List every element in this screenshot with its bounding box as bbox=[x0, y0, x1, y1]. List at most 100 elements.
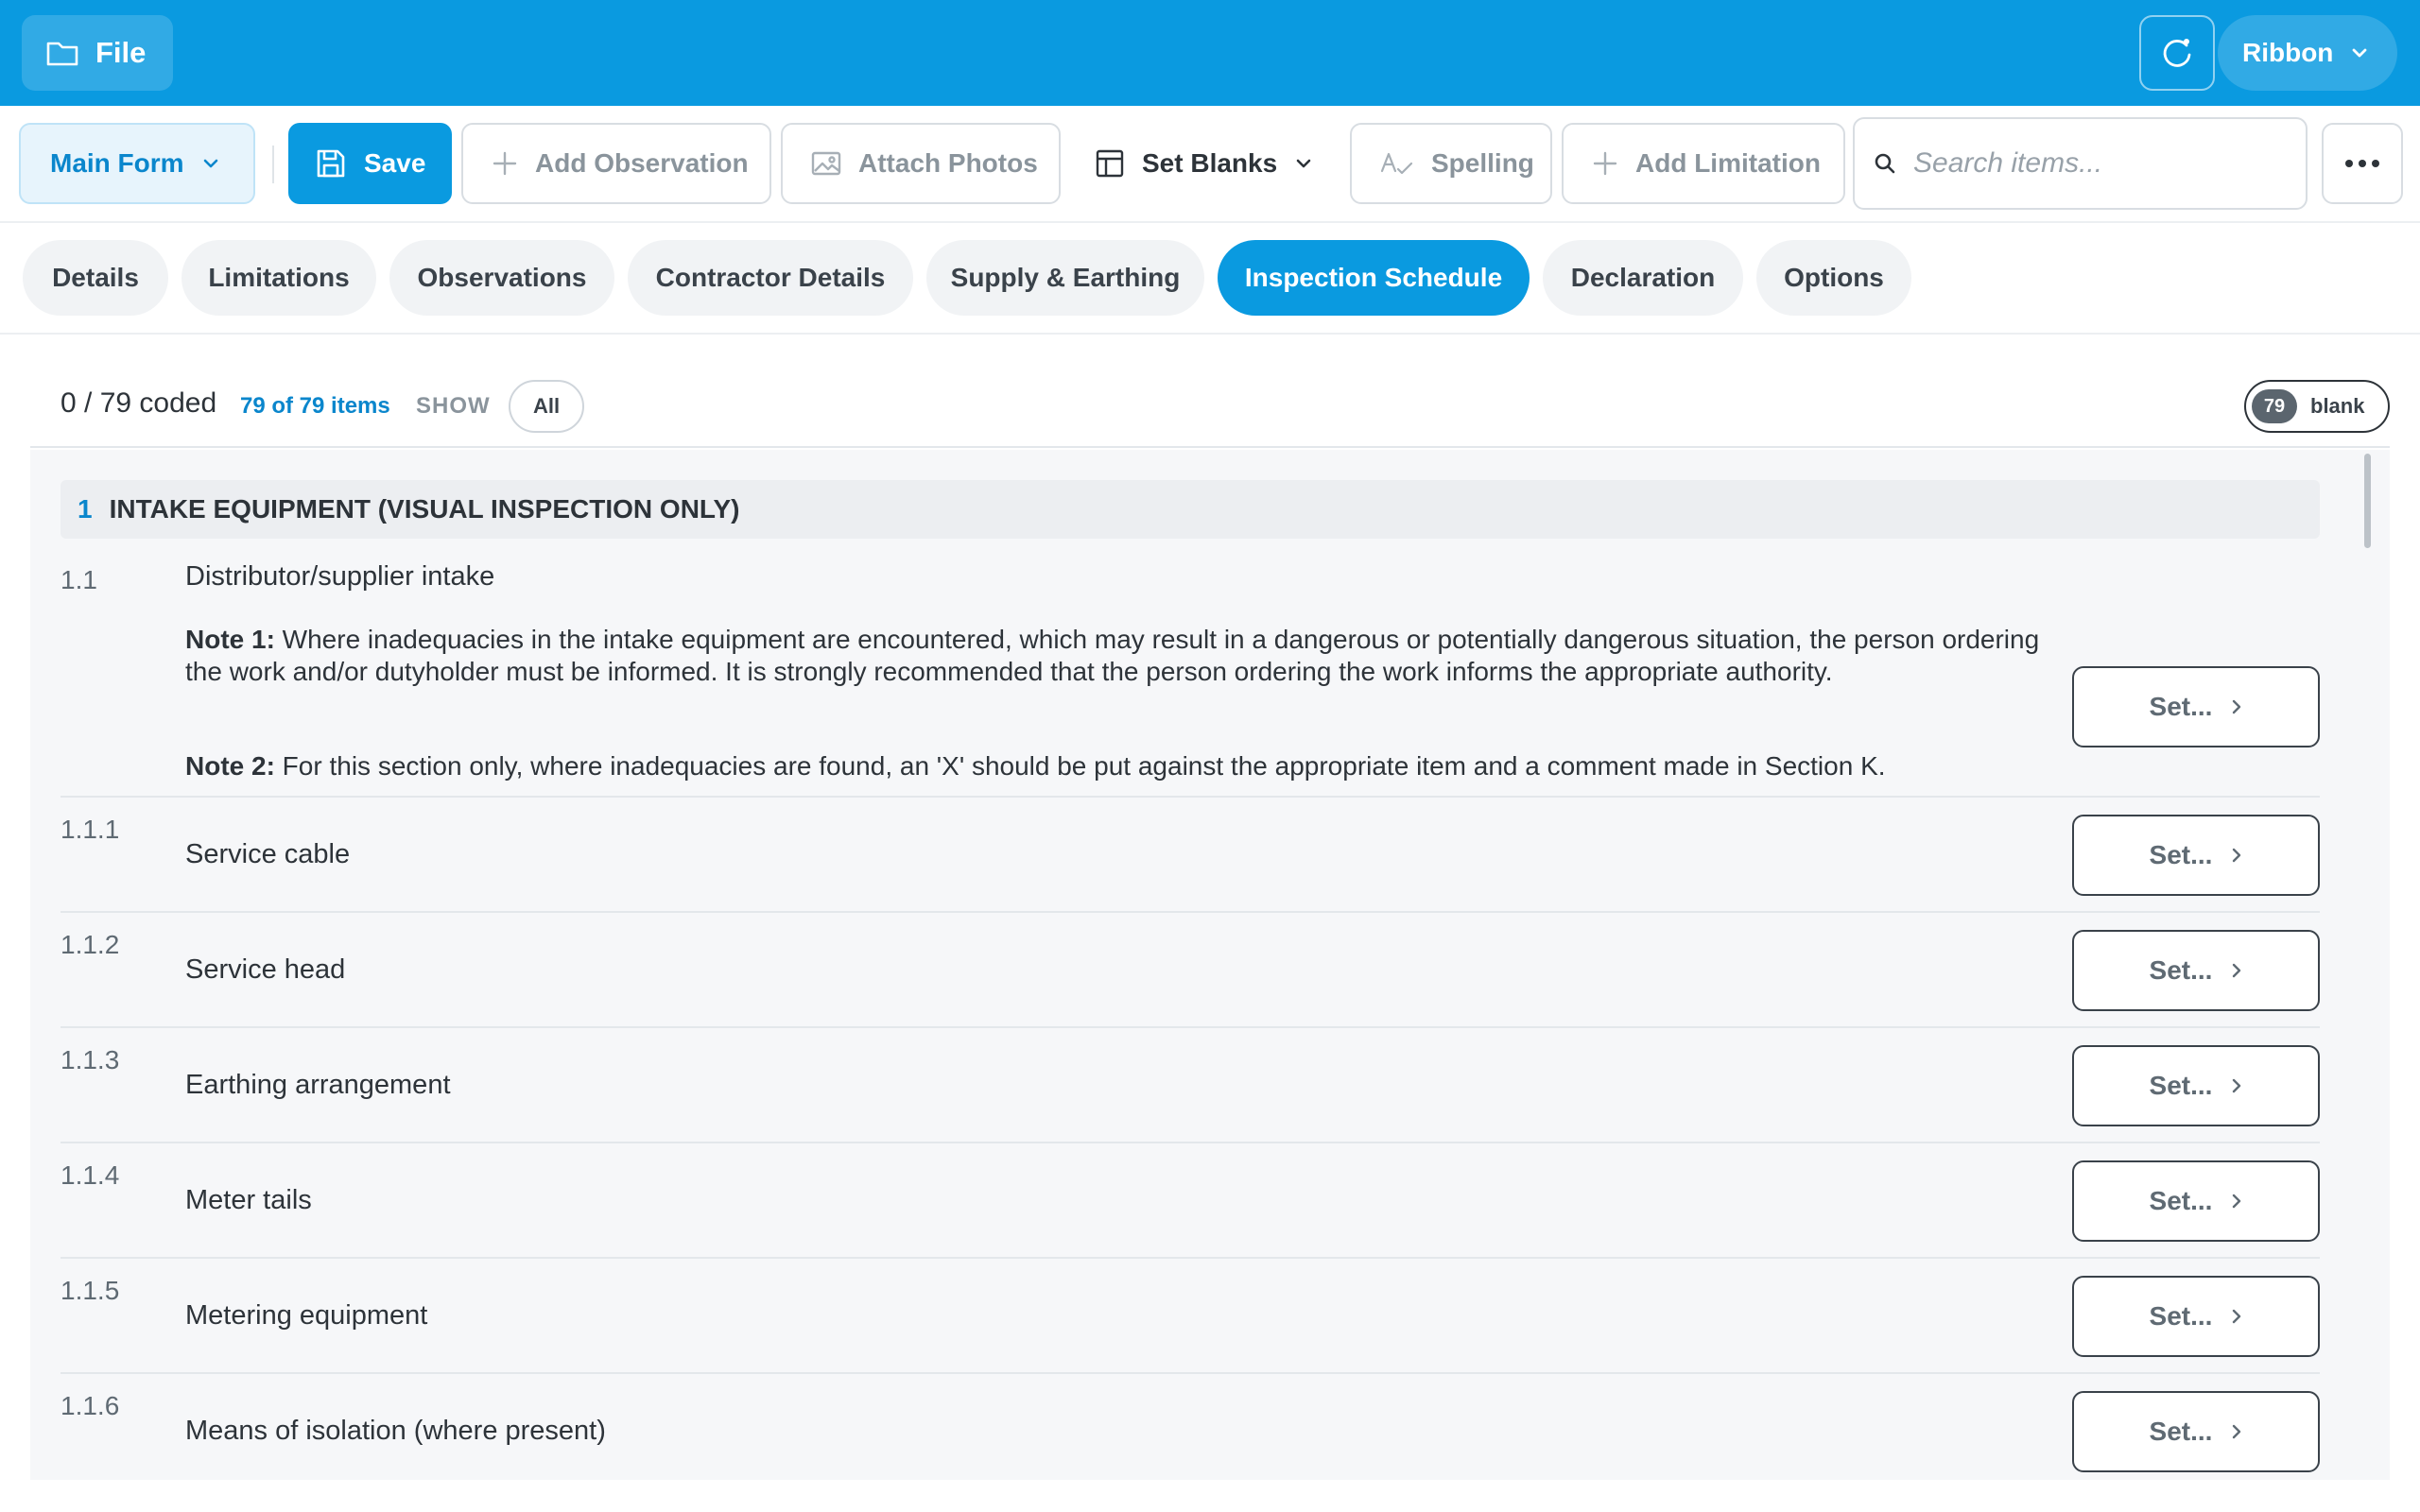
item-label: Service head bbox=[185, 954, 346, 985]
item-label: Service cable bbox=[185, 839, 351, 869]
list-item: 1.1.6 Means of isolation (where present)… bbox=[60, 1374, 2320, 1480]
set-button-label: Set... bbox=[2149, 955, 2213, 985]
list-item: 1.1 Distributor/supplier intake Note 1: … bbox=[60, 539, 2320, 798]
item-label: Earthing arrangement bbox=[185, 1070, 451, 1100]
note-1-prefix: Note 1: bbox=[185, 625, 275, 654]
list-item: 1.1.2 Service head Set... bbox=[60, 913, 2320, 1028]
set-button-label: Set... bbox=[2149, 692, 2213, 721]
set-code-button[interactable]: Set... bbox=[2072, 1276, 2320, 1357]
file-button[interactable]: File bbox=[22, 15, 173, 91]
spelling-label: Spelling bbox=[1431, 148, 1534, 178]
item-label: Distributor/supplier intake bbox=[185, 561, 495, 592]
section-header: 1 INTAKE EQUIPMENT (VISUAL INSPECTION ON… bbox=[60, 480, 2320, 539]
tab-observations[interactable]: Observations bbox=[389, 240, 614, 316]
coded-count: 0 / 79 coded bbox=[60, 387, 217, 419]
more-options-button[interactable] bbox=[2322, 123, 2403, 204]
set-code-button[interactable]: Set... bbox=[2072, 1391, 2320, 1472]
item-number: 1.1.4 bbox=[60, 1160, 120, 1190]
plus-icon bbox=[1593, 151, 1617, 176]
chevron-right-icon bbox=[2233, 1309, 2241, 1324]
attach-photos-label: Attach Photos bbox=[858, 148, 1038, 178]
note-1: Note 1: Where inadequacies in the intake… bbox=[185, 624, 2066, 688]
chevron-right-icon bbox=[2233, 1194, 2241, 1209]
set-code-button[interactable]: Set... bbox=[2072, 930, 2320, 1011]
chevron-right-icon bbox=[2233, 848, 2241, 863]
attach-photos-button[interactable]: Attach Photos bbox=[781, 123, 1061, 204]
item-number: 1.1.2 bbox=[60, 930, 120, 959]
scrollbar-thumb[interactable] bbox=[2364, 454, 2371, 548]
chevron-right-icon bbox=[2233, 963, 2241, 978]
list-item: 1.1.5 Metering equipment Set... bbox=[60, 1259, 2320, 1374]
save-button-label: Save bbox=[364, 148, 426, 178]
main-form-dropdown[interactable]: Main Form bbox=[19, 123, 255, 204]
add-limitation-button[interactable]: Add Limitation bbox=[1562, 123, 1845, 204]
chevron-right-icon bbox=[2233, 699, 2241, 714]
item-number: 1.1.5 bbox=[60, 1276, 120, 1305]
main-form-label: Main Form bbox=[50, 148, 184, 178]
search-icon bbox=[1875, 153, 1895, 174]
ribbon-button[interactable]: Ribbon bbox=[2218, 15, 2397, 91]
set-button-label: Set... bbox=[2149, 1301, 2213, 1331]
note-2: Note 2: For this section only, where ina… bbox=[185, 750, 2066, 782]
section-title: INTAKE EQUIPMENT (VISUAL INSPECTION ONLY… bbox=[109, 494, 740, 524]
save-button[interactable]: Save bbox=[288, 123, 452, 204]
set-button-label: Set... bbox=[2149, 1417, 2213, 1446]
section-number: 1 bbox=[78, 494, 93, 524]
note-2-prefix: Note 2: bbox=[185, 751, 275, 781]
blank-label: blank bbox=[2310, 394, 2365, 418]
set-code-button[interactable]: Set... bbox=[2072, 1045, 2320, 1126]
summary-bar: 0 / 79 coded 79 of 79 items SHOW All 79 … bbox=[30, 335, 2390, 448]
tab-details[interactable]: Details bbox=[23, 240, 168, 316]
tab-supply-earthing[interactable]: Supply & Earthing bbox=[926, 240, 1204, 316]
set-button-label: Set... bbox=[2149, 1186, 2213, 1215]
chevron-right-icon bbox=[2233, 1078, 2241, 1093]
search-input[interactable] bbox=[1913, 147, 2291, 180]
note-2-text: For this section only, where inadequacie… bbox=[274, 751, 1886, 781]
spelling-button[interactable]: Spelling bbox=[1350, 123, 1552, 204]
tab-declaration[interactable]: Declaration bbox=[1543, 240, 1743, 316]
set-code-button[interactable]: Set... bbox=[2072, 815, 2320, 896]
file-button-label: File bbox=[95, 36, 147, 69]
set-code-button[interactable]: Set... bbox=[2072, 1160, 2320, 1242]
scrollbar-track[interactable] bbox=[2361, 450, 2373, 1480]
item-number: 1.1 bbox=[60, 565, 97, 594]
tab-inspection-schedule[interactable]: Inspection Schedule bbox=[1218, 240, 1530, 316]
blank-filter-badge[interactable]: 79 blank bbox=[2244, 380, 2390, 433]
filter-all-button[interactable]: All bbox=[509, 380, 584, 433]
save-icon bbox=[317, 149, 345, 178]
tab-bar: Details Limitations Observations Contrac… bbox=[0, 223, 2420, 335]
item-number: 1.1.6 bbox=[60, 1391, 120, 1420]
inspection-schedule-list: 1 INTAKE EQUIPMENT (VISUAL INSPECTION ON… bbox=[30, 450, 2390, 1480]
more-dot-icon bbox=[2359, 160, 2366, 167]
set-blanks-dropdown[interactable]: Set Blanks bbox=[1083, 123, 1320, 204]
item-label: Means of isolation (where present) bbox=[185, 1416, 606, 1446]
image-icon bbox=[811, 151, 841, 176]
item-label: Meter tails bbox=[185, 1185, 312, 1215]
set-button-label: Set... bbox=[2149, 1071, 2213, 1100]
more-dot-icon bbox=[2345, 160, 2353, 167]
set-blanks-label: Set Blanks bbox=[1142, 148, 1278, 178]
chevron-down-icon bbox=[1296, 159, 1311, 168]
set-button-label: Set... bbox=[2149, 840, 2213, 869]
tab-limitations[interactable]: Limitations bbox=[182, 240, 376, 316]
table-icon bbox=[1096, 149, 1124, 178]
blank-count: 79 bbox=[2252, 389, 2297, 423]
tab-contractor-details[interactable]: Contractor Details bbox=[628, 240, 913, 316]
chevron-down-icon bbox=[2353, 48, 2367, 58]
item-number: 1.1.1 bbox=[60, 815, 120, 844]
list-item: 1.1.3 Earthing arrangement Set... bbox=[60, 1028, 2320, 1143]
plus-icon bbox=[493, 151, 517, 176]
tab-options[interactable]: Options bbox=[1756, 240, 1911, 316]
item-number: 1.1.3 bbox=[60, 1045, 120, 1074]
search-box[interactable] bbox=[1853, 117, 2308, 210]
more-dot-icon bbox=[2372, 160, 2379, 167]
set-code-button[interactable]: Set... bbox=[2072, 666, 2320, 747]
app-header: File Ribbon bbox=[0, 0, 2420, 106]
add-observation-button[interactable]: Add Observation bbox=[461, 123, 771, 204]
items-count: 79 of 79 items bbox=[240, 393, 390, 419]
ribbon-button-label: Ribbon bbox=[2242, 38, 2334, 67]
add-limitation-label: Add Limitation bbox=[1635, 148, 1821, 178]
folder-icon bbox=[46, 42, 78, 66]
toolbar: Main Form Save Add Observation Attach Ph… bbox=[0, 106, 2420, 223]
sync-button[interactable] bbox=[2139, 15, 2215, 91]
